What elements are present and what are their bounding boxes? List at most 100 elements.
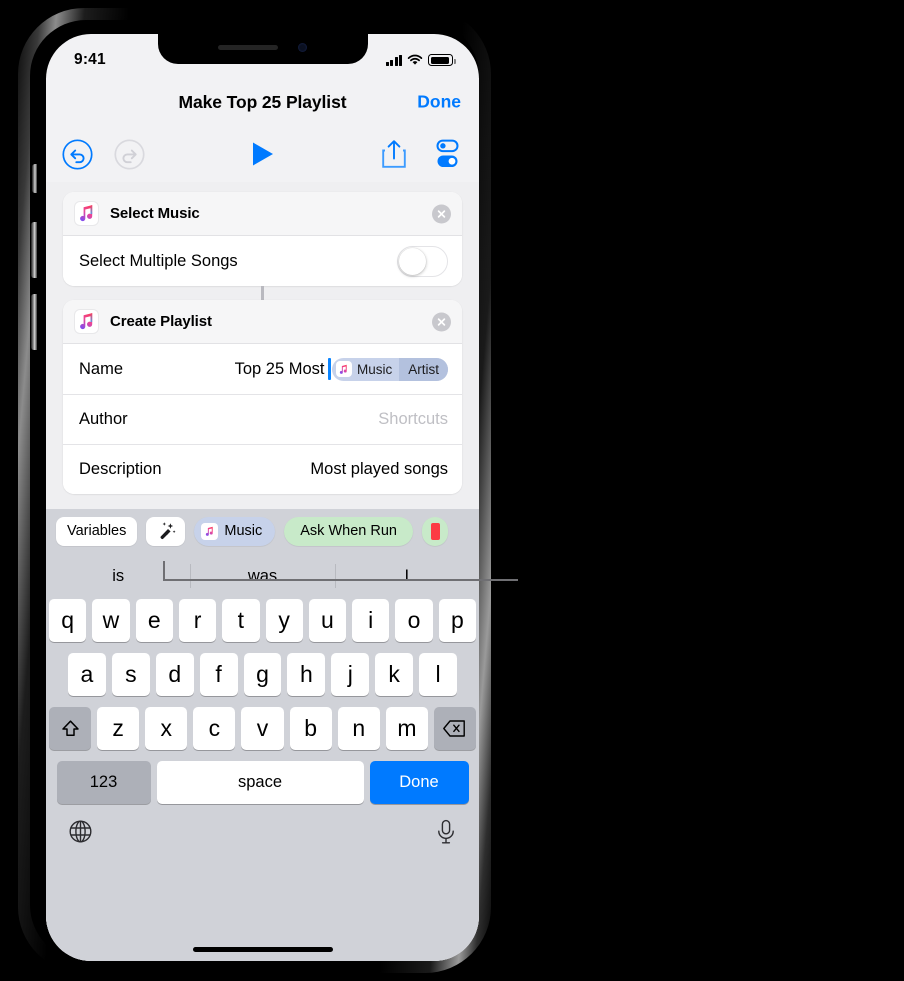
key-j[interactable]: j (331, 653, 370, 696)
key-t[interactable]: t (222, 599, 260, 642)
done-button[interactable]: Done (417, 92, 461, 113)
text-cursor (328, 358, 331, 380)
globe-key[interactable] (68, 819, 93, 849)
key-k[interactable]: k (375, 653, 414, 696)
key-p[interactable]: p (438, 599, 476, 642)
keyboard-row-1: q w e r t y u i o p (46, 599, 479, 642)
backspace-key[interactable] (433, 707, 476, 750)
action-card-select-music[interactable]: Select Music Select Multiple Songs (63, 192, 462, 286)
variable-chip-music[interactable]: Music (194, 516, 276, 546)
key-i[interactable]: i (352, 599, 390, 642)
action-card-header[interactable]: Create Playlist (63, 300, 462, 344)
variable-chip-ask-when-run[interactable]: Ask When Run (284, 516, 413, 546)
key-q[interactable]: q (49, 599, 87, 642)
shift-key[interactable] (49, 707, 91, 750)
volume-up-button[interactable] (31, 222, 37, 278)
volume-down-button[interactable] (31, 294, 37, 350)
undo-icon (62, 138, 93, 170)
play-button[interactable] (250, 140, 276, 168)
key-f[interactable]: f (199, 653, 238, 696)
key-m[interactable]: m (385, 707, 428, 750)
undo-button[interactable] (62, 138, 93, 170)
page-title: Make Top 25 Playlist (178, 91, 347, 112)
variables-button[interactable]: Variables (56, 516, 138, 546)
close-icon[interactable] (432, 312, 451, 331)
keyboard-row-2: a s d f g h j k l (46, 653, 479, 696)
author-input-placeholder[interactable]: Shortcuts (378, 410, 448, 429)
redo-icon (114, 138, 145, 170)
description-input-value[interactable]: Most played songs (310, 460, 448, 479)
key-d[interactable]: d (155, 653, 194, 696)
magic-variable-button[interactable] (146, 516, 186, 546)
device-screen: 9:41 Make Top 25 Playlist Done Select Mu… (46, 34, 479, 961)
toggle-knob (399, 247, 426, 275)
key-z[interactable]: z (97, 707, 140, 750)
navigation-bar: Make Top 25 Playlist Done (46, 78, 479, 126)
key-a[interactable]: a (68, 653, 106, 696)
apple-music-icon (74, 201, 99, 226)
variable-chip-partial[interactable] (421, 516, 448, 546)
callout-leader-line (163, 561, 518, 581)
apple-music-icon (74, 309, 99, 334)
name-input[interactable]: Top 25 Most Music Artist (123, 357, 448, 381)
select-multiple-songs-toggle[interactable] (397, 245, 448, 277)
settings-toggles-button[interactable] (432, 139, 463, 169)
shift-arrow-icon (61, 720, 79, 737)
action-card-title: Create Playlist (110, 313, 212, 330)
cellular-signal-icon (385, 54, 402, 66)
row-select-multiple-songs[interactable]: Select Multiple Songs (63, 236, 462, 286)
notch (157, 34, 368, 64)
key-u[interactable]: u (308, 599, 347, 642)
key-r[interactable]: r (178, 599, 217, 642)
variable-chip-label: Music (224, 523, 263, 539)
key-h[interactable]: h (287, 653, 326, 696)
redo-button[interactable] (114, 138, 145, 170)
numbers-key[interactable]: 123 (56, 761, 151, 804)
key-n[interactable]: n (337, 707, 380, 750)
token-name: Music (356, 361, 393, 377)
action-card-create-playlist[interactable]: Create Playlist Name Top 25 Most Music A… (63, 300, 462, 494)
name-input-value: Top 25 Most (234, 359, 325, 378)
close-icon[interactable] (432, 204, 451, 223)
front-camera-icon (298, 43, 307, 52)
action-card-header[interactable]: Select Music (63, 192, 462, 236)
variables-suggestion-bar: Variables Music Ask When Run (46, 509, 479, 553)
key-v[interactable]: v (241, 707, 284, 750)
editor-toolbar (46, 126, 479, 182)
home-indicator[interactable] (192, 947, 333, 952)
wifi-icon (407, 54, 423, 65)
action-card-title: Select Music (110, 205, 200, 222)
key-l[interactable]: l (419, 653, 458, 696)
on-screen-keyboard: is was I q w e r t y u i o p a s d f g h… (46, 553, 479, 961)
key-x[interactable]: x (145, 707, 188, 750)
row-author[interactable]: Author Shortcuts (63, 394, 462, 444)
battery-icon (428, 54, 456, 66)
key-y[interactable]: y (265, 599, 303, 642)
key-b[interactable]: b (289, 707, 332, 750)
backspace-icon (443, 720, 466, 737)
settings-toggles-icon (436, 139, 459, 167)
key-w[interactable]: w (92, 599, 130, 642)
mute-switch[interactable] (32, 164, 37, 193)
earpiece-speaker (218, 45, 278, 50)
keyboard-row-3: z x c v b n m (46, 707, 479, 750)
keyboard-done-key[interactable]: Done (369, 761, 469, 804)
key-g[interactable]: g (243, 653, 282, 696)
play-icon (252, 142, 273, 166)
dictation-key[interactable] (435, 819, 457, 850)
space-key[interactable]: space (156, 761, 364, 804)
row-label: Author (79, 410, 128, 428)
variable-token-music-artist[interactable]: Music Artist (331, 357, 448, 381)
magic-wand-icon (160, 522, 176, 540)
key-e[interactable]: e (135, 599, 173, 642)
key-s[interactable]: s (111, 653, 150, 696)
share-button[interactable] (381, 139, 407, 169)
key-c[interactable]: c (193, 707, 236, 750)
row-name[interactable]: Name Top 25 Most Music Artist (63, 344, 462, 394)
apple-music-icon (201, 522, 219, 540)
token-property: Artist (399, 357, 448, 381)
row-description[interactable]: Description Most played songs (63, 444, 462, 494)
apple-music-icon (335, 361, 352, 377)
keyboard-row-4: 123 space Done (46, 761, 479, 804)
key-o[interactable]: o (395, 599, 433, 642)
